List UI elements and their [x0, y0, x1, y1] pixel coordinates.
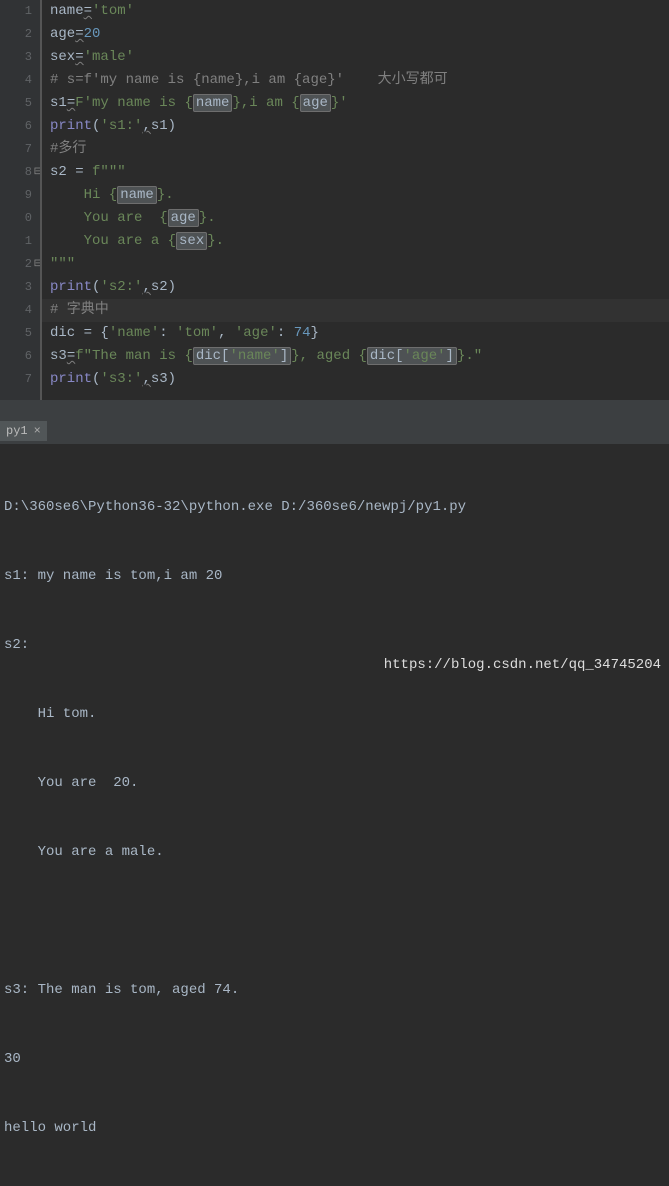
- code-line: You are {age}.: [42, 207, 669, 230]
- code-line: print('s3:',s3): [42, 368, 669, 391]
- code-content[interactable]: name='tom' age=20 sex='male' # s=f'my na…: [40, 0, 669, 400]
- line-number: 8⊟: [0, 161, 32, 184]
- code-line: dic = {'name': 'tom', 'age': 74}: [42, 322, 669, 345]
- code-line: # 字典中: [42, 299, 669, 322]
- console-line: s1: my name is tom,i am 20: [4, 565, 665, 588]
- console-line: [4, 910, 665, 933]
- line-number: 3: [0, 276, 32, 299]
- code-line: Hi {name}.: [42, 184, 669, 207]
- panel-divider[interactable]: [0, 400, 669, 418]
- line-gutter: 1 2 3 4 5 6 7 8⊟ 9 0 1 2⊟ 3 4 5 6 7: [0, 0, 40, 400]
- line-number: 7: [0, 368, 32, 391]
- console-tab-bar: py1 ×: [0, 418, 669, 444]
- code-line: s3=f"The man is {dic['name']}, aged {dic…: [42, 345, 669, 368]
- code-line: """: [42, 253, 669, 276]
- code-line: print('s1:',s1): [42, 115, 669, 138]
- console-line: s3: The man is tom, aged 74.: [4, 979, 665, 1002]
- line-number: 4: [0, 69, 32, 92]
- code-line: name='tom': [42, 0, 669, 23]
- code-line: # s=f'my name is {name},i am {age}' 大小写都…: [42, 69, 669, 92]
- line-number: 6: [0, 115, 32, 138]
- console-line: D:\360se6\Python36-32\python.exe D:/360s…: [4, 496, 665, 519]
- line-number: 2⊟: [0, 253, 32, 276]
- close-icon[interactable]: ×: [34, 424, 41, 438]
- watermark-text: https://blog.csdn.net/qq_34745204: [384, 654, 661, 677]
- tab-label: py1: [6, 424, 28, 438]
- code-line: age=20: [42, 23, 669, 46]
- code-editor: 1 2 3 4 5 6 7 8⊟ 9 0 1 2⊟ 3 4 5 6 7 name…: [0, 0, 669, 400]
- code-line: s2 = f""": [42, 161, 669, 184]
- console-line: Hi tom.: [4, 703, 665, 726]
- line-number: 6: [0, 345, 32, 368]
- line-number: 1: [0, 0, 32, 23]
- line-number: 4: [0, 299, 32, 322]
- console-line: hello world: [4, 1117, 665, 1140]
- line-number: 5: [0, 322, 32, 345]
- console-line: You are a male.: [4, 841, 665, 864]
- code-line: print('s2:',s2): [42, 276, 669, 299]
- console-line: You are 20.: [4, 772, 665, 795]
- line-number: 7: [0, 138, 32, 161]
- console-output[interactable]: D:\360se6\Python36-32\python.exe D:/360s…: [0, 444, 669, 681]
- line-number: 3: [0, 46, 32, 69]
- console-tab[interactable]: py1 ×: [0, 421, 47, 441]
- console-line: 30: [4, 1048, 665, 1071]
- line-number: 5: [0, 92, 32, 115]
- line-number: 1: [0, 230, 32, 253]
- code-line: #多行: [42, 138, 669, 161]
- line-number: 9: [0, 184, 32, 207]
- line-number: 2: [0, 23, 32, 46]
- code-line: s1=F'my name is {name},i am {age}': [42, 92, 669, 115]
- code-line: sex='male': [42, 46, 669, 69]
- code-line: You are a {sex}.: [42, 230, 669, 253]
- line-number: 0: [0, 207, 32, 230]
